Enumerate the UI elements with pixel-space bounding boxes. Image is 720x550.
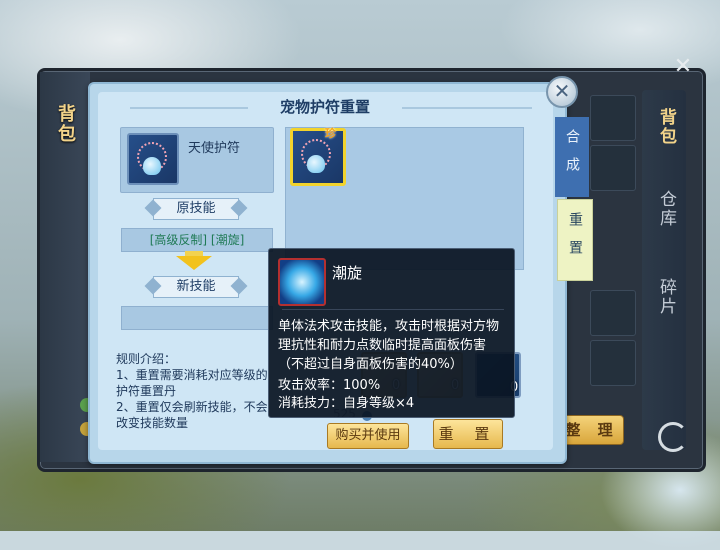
tab-reset[interactable]: 重置 (557, 199, 593, 281)
title-divider (402, 107, 532, 109)
buy-and-use-button[interactable]: 购买并使用 (327, 423, 409, 449)
tab-synthesize[interactable]: 合成 (555, 117, 589, 197)
rules-line: 1、重置需要消耗对应等级的 (116, 368, 268, 382)
down-arrow-icon (176, 256, 212, 270)
bag-slot[interactable] (590, 290, 636, 336)
tide-swirl-skill-icon (278, 258, 326, 306)
rules-line: 改变技能数量 (116, 416, 189, 430)
new-skill-value (121, 306, 273, 330)
tidy-button[interactable]: 整 理 (560, 415, 624, 445)
bag-tab-fragments[interactable]: 碎片 (654, 278, 679, 316)
rules-line: 2、重置仅会刷新技能，不会 (116, 400, 268, 414)
bag-slot[interactable] (590, 145, 636, 191)
bag-slot[interactable] (590, 95, 636, 141)
tooltip-cost: 消耗技力：自身等级×4 (278, 396, 415, 411)
bag-close-icon[interactable]: ✕ (672, 56, 694, 78)
original-skill-value: [高级反制] [潮旋] (121, 228, 273, 252)
tab-synthesize-label: 合成 (564, 129, 580, 185)
rare-badge: 珍 (325, 127, 336, 140)
angel-charm-icon[interactable] (127, 133, 179, 185)
tooltip-skill-name: 潮旋 (332, 264, 363, 282)
charm-slot-selected[interactable] (290, 128, 346, 186)
original-skill-label: 原技能 (153, 198, 239, 220)
new-skill-label: 新技能 (153, 276, 239, 298)
bag-slot[interactable] (590, 340, 636, 386)
charm-name: 天使护符 (188, 141, 241, 156)
rules-line: 规则介绍： (116, 352, 177, 366)
bag-tab-storage[interactable]: 仓库 (654, 190, 679, 228)
bag-left-tab[interactable]: 背包 (52, 104, 78, 144)
title-divider (130, 107, 248, 109)
tooltip-divider (282, 309, 504, 310)
tab-reset-label: 重置 (567, 212, 583, 268)
tooltip-description: 单体法术攻击技能，攻击时根据对方物理抗性和耐力点数临时提高面板伤害（不超过自身面… (278, 319, 500, 372)
dialog-title: 宠物护符重置 (279, 98, 370, 116)
bag-tab-bag[interactable]: 背包 (654, 108, 679, 146)
swirl-icon[interactable] (658, 422, 688, 452)
tooltip-efficiency: 攻击效率：100% (278, 378, 381, 393)
rules-line: 护符重置丹 (116, 384, 177, 398)
close-button[interactable]: ✕ (546, 76, 578, 108)
reset-button[interactable]: 重 置 (433, 419, 503, 449)
rules-text: 规则介绍： 1、重置需要消耗对应等级的 护符重置丹 2、重置仅会刷新技能，不会 … (116, 351, 278, 431)
